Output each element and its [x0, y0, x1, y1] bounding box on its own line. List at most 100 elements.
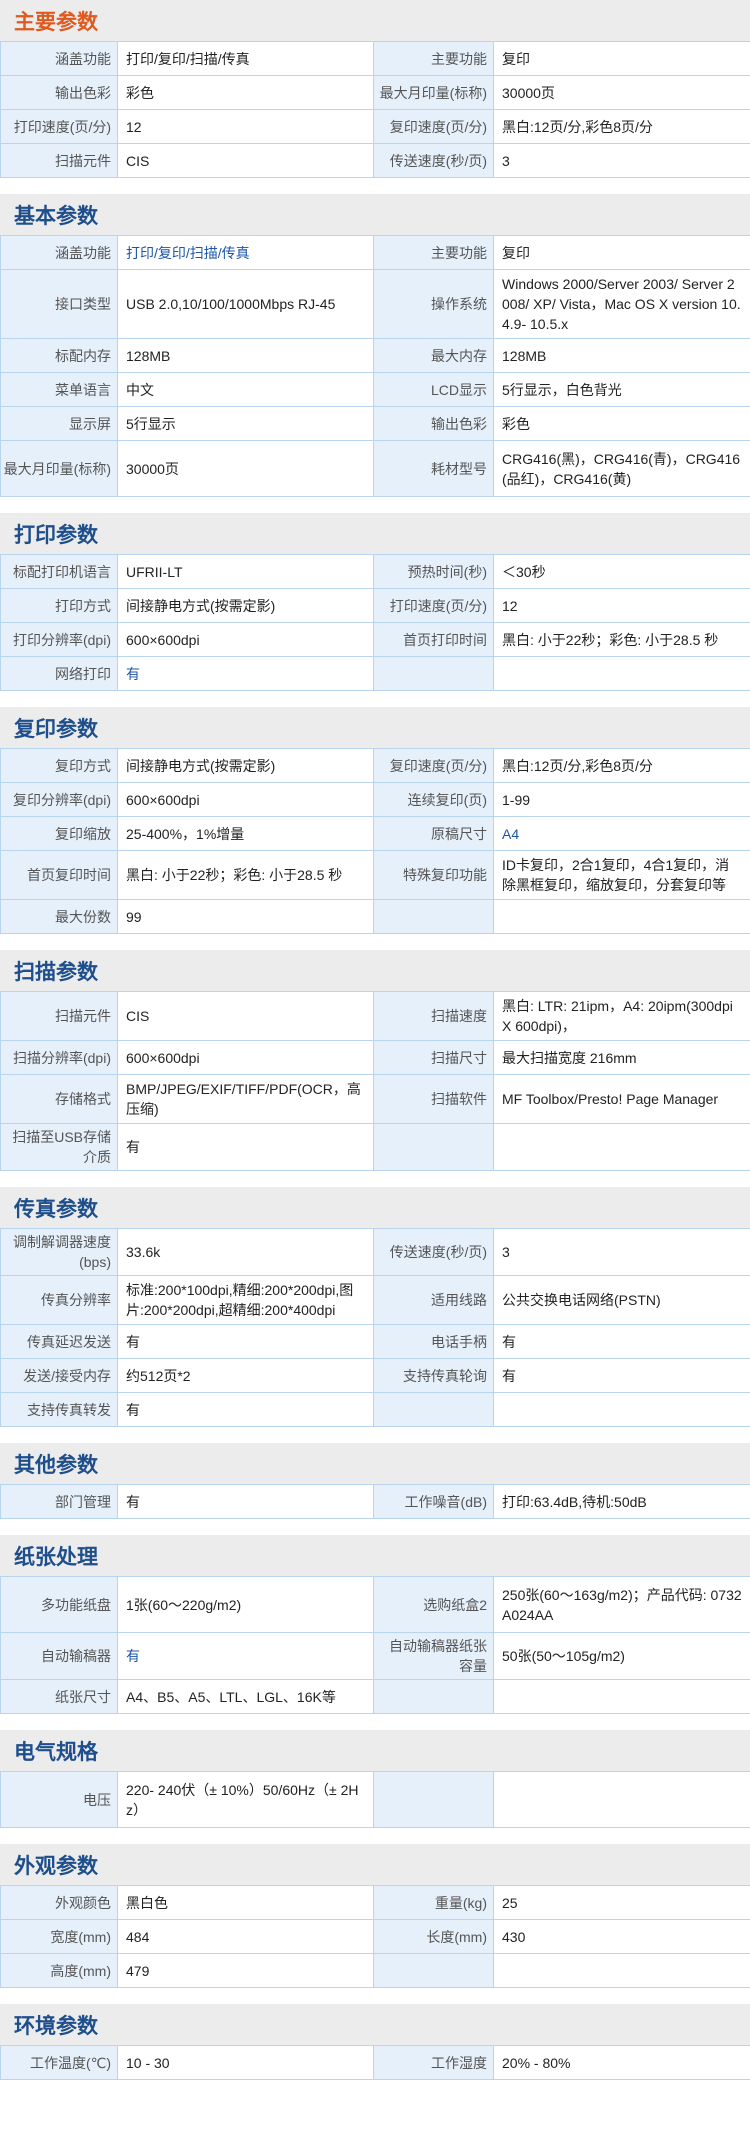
spec-label: 调制解调器速度(bps) — [0, 1228, 118, 1276]
spec-label: 传真分辨率 — [0, 1275, 118, 1325]
spec-value: 30000页 — [493, 75, 750, 110]
spec-row: 网络打印有 — [0, 656, 750, 691]
section-header: 其他参数 — [0, 1443, 750, 1484]
spec-row: 工作温度(℃) 10 - 30 工作湿度 20% - 80% — [0, 2045, 750, 2080]
spec-value: A4、B5、A5、LTL、LGL、16K等 — [117, 1679, 374, 1714]
spec-label — [373, 1392, 494, 1427]
spec-row: 纸张尺寸 A4、B5、A5、LTL、LGL、16K等 — [0, 1679, 750, 1714]
spec-value-link[interactable]: 有 — [117, 1632, 374, 1680]
spec-row: 扫描元件 CIS 扫描速度 黑白: LTR: 21ipm，A4: 20ipm(300d… — [0, 991, 750, 1041]
spec-row: 复印缩放 25-400%，1%增量 原稿尺寸 A4 — [0, 816, 750, 851]
section-title: 外观参数 — [14, 1854, 98, 1878]
spec-row: 支持传真转发有 — [0, 1392, 750, 1427]
spec-row: 高度(mm) 479 — [0, 1953, 750, 1988]
spec-value: 约512页*2 — [117, 1358, 374, 1393]
spec-value: 430 — [493, 1919, 750, 1954]
spec-row: 扫描分辨率(dpi) 600×600dpi 扫描尺寸 最大扫描宽度 216mm — [0, 1040, 750, 1075]
spec-value: 25 — [493, 1885, 750, 1920]
spec-table: 多功能纸盘 1张(60～220g/m2) 选购纸盒2 250张(60～163g/m2)… — [0, 1576, 750, 1714]
spec-label: 原稿尺寸 — [373, 816, 494, 851]
spec-row: 涵盖功能 打印/复印/扫描/传真 主要功能 复印 — [0, 41, 750, 76]
spec-table: 扫描元件 CIS 扫描速度 黑白: LTR: 21ipm，A4: 20ipm(300d… — [0, 991, 750, 1171]
spec-label: 多功能纸盘 — [0, 1576, 118, 1633]
spec-row: 自动输稿器有自动输稿器纸张容量 50张(50～105g/m2) — [0, 1632, 750, 1680]
section-header: 传真参数 — [0, 1187, 750, 1228]
spec-row: 外观颜色 黑白色 重量(kg) 25 — [0, 1885, 750, 1920]
spec-label: 扫描软件 — [373, 1074, 494, 1124]
spec-label: 主要功能 — [373, 235, 494, 270]
spec-value: 黑白:12页/分,彩色8页/分 — [493, 109, 750, 144]
spec-label: 扫描元件 — [0, 143, 118, 178]
section-header: 主要参数 — [0, 0, 750, 41]
spec-label: 工作噪音(dB) — [373, 1484, 494, 1519]
section-title: 扫描参数 — [14, 960, 98, 984]
spec-label: 复印分辨率(dpi) — [0, 782, 118, 817]
spec-value: 彩色 — [117, 75, 374, 110]
spec-label: 打印方式 — [0, 588, 118, 623]
spec-value: 中文 — [117, 372, 374, 407]
section-title: 基本参数 — [14, 204, 98, 228]
spec-row: 输出色彩 彩色 最大月印量(标称) 30000页 — [0, 75, 750, 110]
spec-row: 最大份数 99 — [0, 899, 750, 934]
spec-table: 标配打印机语言 UFRII-LT 预热时间(秒) ＜30秒 打印方式 间接静电方式(按需定… — [0, 554, 750, 691]
section-title: 其他参数 — [14, 1453, 98, 1477]
section-header: 复印参数 — [0, 707, 750, 748]
spec-table: 外观颜色 黑白色 重量(kg) 25 宽度(mm) 484 长度(mm) 430 高度(mm) 4… — [0, 1885, 750, 1988]
spec-value: 12 — [117, 109, 374, 144]
spec-table: 涵盖功能 打印/复印/扫描/传真 主要功能 复印 输出色彩 彩色 最大月印量(标称) 3000… — [0, 41, 750, 178]
section-title: 复印参数 — [14, 717, 98, 741]
spec-label: 耗材型号 — [373, 440, 494, 497]
spec-section: 主要参数 涵盖功能 打印/复印/扫描/传真 主要功能 复印 输出色彩 彩色 最大月印量(标称)… — [0, 0, 750, 178]
spec-value: 600×600dpi — [117, 782, 374, 817]
spec-row: 存储格式 BMP/JPEG/EXIF/TIFF/PDF(OCR，高压缩) 扫描软件 M… — [0, 1074, 750, 1124]
spec-value: 484 — [117, 1919, 374, 1954]
spec-label: 复印缩放 — [0, 816, 118, 851]
spec-value: 标准:200*100dpi,精细:200*200dpi,图片:200*200dp… — [117, 1275, 374, 1325]
spec-section: 环境参数工作温度(℃) 10 - 30 工作湿度 20% - 80% — [0, 2004, 750, 2080]
spec-value-link[interactable]: 有 — [117, 656, 374, 691]
section-title: 电气规格 — [14, 1740, 98, 1764]
spec-value: BMP/JPEG/EXIF/TIFF/PDF(OCR，高压缩) — [117, 1074, 374, 1124]
spec-value: ID卡复印，2合1复印，4合1复印，消除黑框复印，缩放复印，分套复印等 — [493, 850, 750, 900]
spec-label: 打印速度(页/分) — [0, 109, 118, 144]
spec-value: 600×600dpi — [117, 1040, 374, 1075]
spec-value: 1-99 — [493, 782, 750, 817]
spec-value — [493, 1771, 750, 1828]
section-title: 环境参数 — [14, 2014, 98, 2038]
spec-label: 适用线路 — [373, 1275, 494, 1325]
section-header: 基本参数 — [0, 194, 750, 235]
spec-value: ＜30秒 — [493, 554, 750, 589]
spec-value: 5行显示，白色背光 — [493, 372, 750, 407]
spec-value — [493, 1679, 750, 1714]
spec-label: 部门管理 — [0, 1484, 118, 1519]
spec-value: 99 — [117, 899, 374, 934]
spec-row: 打印方式 间接静电方式(按需定影) 打印速度(页/分) 12 — [0, 588, 750, 623]
spec-label: 传送速度(秒/页) — [373, 143, 494, 178]
spec-label: 首页复印时间 — [0, 850, 118, 900]
spec-label: 打印速度(页/分) — [373, 588, 494, 623]
spec-value: 复印 — [493, 235, 750, 270]
spec-label: 显示屏 — [0, 406, 118, 441]
spec-value-link[interactable]: 打印/复印/扫描/传真 — [117, 235, 374, 270]
spec-table: 工作温度(℃) 10 - 30 工作湿度 20% - 80% — [0, 2045, 750, 2080]
spec-value: 有 — [117, 1484, 374, 1519]
spec-value: 黑白: 小于22秒；彩色: 小于28.5 秒 — [493, 622, 750, 657]
spec-value: 打印:63.4dB,待机:50dB — [493, 1484, 750, 1519]
spec-value — [493, 1123, 750, 1171]
spec-value: 有 — [117, 1324, 374, 1359]
spec-label — [373, 1123, 494, 1171]
spec-label: 宽度(mm) — [0, 1919, 118, 1954]
spec-label: 扫描速度 — [373, 991, 494, 1041]
spec-label: 操作系统 — [373, 269, 494, 339]
spec-value: 3 — [493, 143, 750, 178]
spec-table: 部门管理有工作噪音(dB) 打印:63.4dB,待机:50dB — [0, 1484, 750, 1519]
spec-label — [373, 1771, 494, 1828]
spec-row: 传真延迟发送有电话手柄有 — [0, 1324, 750, 1359]
spec-label: 自动输稿器纸张容量 — [373, 1632, 494, 1680]
spec-value-link[interactable]: A4 — [493, 816, 750, 851]
spec-section: 复印参数 复印方式 间接静电方式(按需定影) 复印速度(页/分) 黑白:12页/分,彩色… — [0, 707, 750, 934]
spec-value: 600×600dpi — [117, 622, 374, 657]
spec-value: 黑白:12页/分,彩色8页/分 — [493, 748, 750, 783]
spec-label: 预热时间(秒) — [373, 554, 494, 589]
spec-label: 工作温度(℃) — [0, 2045, 118, 2080]
